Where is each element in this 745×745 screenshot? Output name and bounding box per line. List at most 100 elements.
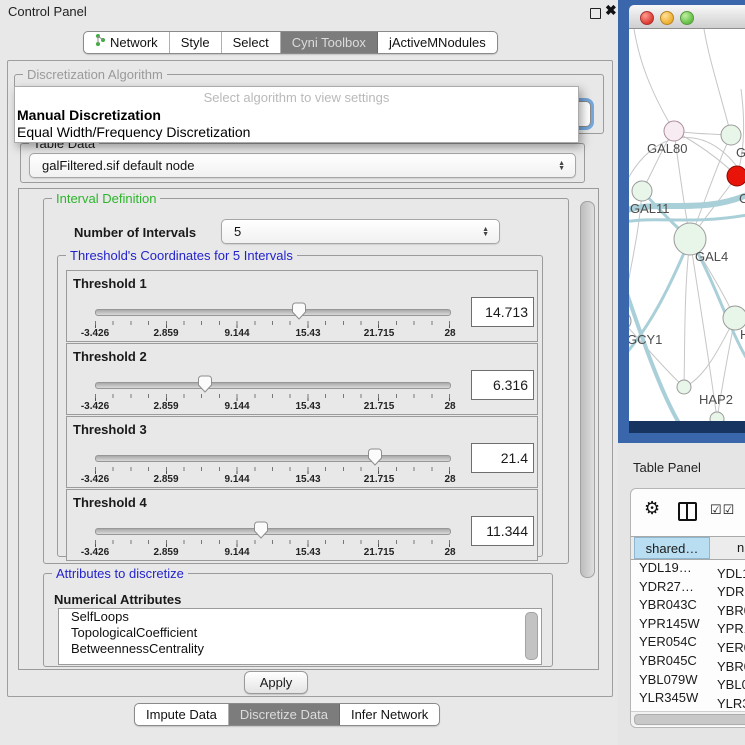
tab-select[interactable]: Select [222,32,281,53]
number-of-intervals-combobox[interactable]: 5 ▲▼ [221,219,500,244]
threshold-value-field[interactable]: 21.4 [471,443,534,473]
node-partial[interactable] [710,412,724,421]
attributes-listbox: SelfLoopsTopologicalCoefficientBetweenne… [58,608,542,665]
tick-label: -3.426 [81,328,109,339]
tick-label: -3.426 [81,401,109,412]
zoom-traffic-light-icon[interactable] [680,11,694,25]
cell-shared-name: YIL052C [631,708,711,709]
tick-label: 15.43 [295,401,320,412]
attribute-list-item[interactable]: SelfLoops [59,609,541,625]
gear-icon[interactable]: ⚙ [644,498,660,519]
tab-style[interactable]: Style [170,32,222,53]
table-row[interactable]: YDL19…YDL1 [631,559,745,578]
cell-shared-name: YBL079W [631,671,711,690]
node-label: GCY1 [629,332,662,347]
node-table: ⚙ ☑☑ shared… n YDL19…YDL1YDR27…YDR2YBR04… [630,488,745,728]
node-label: GAL80 [647,141,687,156]
tick-label-row: -3.4262.8599.14415.4321.71528 [95,474,450,486]
node-gal11[interactable] [632,181,652,201]
tab-discretize-data[interactable]: Discretize Data [229,704,340,725]
list-scrollbar[interactable] [525,612,538,660]
slider-track[interactable] [95,382,451,389]
table-row[interactable]: YBL079WYBL0 [631,671,745,690]
table-row[interactable]: YDR27…YDR2 [631,578,745,597]
network-window-titlebar[interactable] [629,5,745,29]
slider-track[interactable] [95,455,451,462]
slider-thumb[interactable] [291,302,307,321]
tick-label: 15.43 [295,547,320,558]
minimize-traffic-light-icon[interactable] [660,11,674,25]
table-row[interactable]: YLR345WYLR3 [631,689,745,708]
table-panel-area: Table Panel ⚙ ☑☑ shared… n YDL19…YDL1YDR… [618,443,745,745]
algorithm-group-title: Discretization Algorithm [23,67,167,82]
threshold-value-field[interactable]: 14.713 [471,297,534,327]
slider-thumb[interactable] [367,448,383,467]
table-row[interactable]: YBR045CYBR0 [631,652,745,671]
tab-network[interactable]: Network [84,32,170,53]
float-icon[interactable] [590,8,601,19]
table-data-group: Table Data galFiltered.sif default node … [20,143,585,183]
horizontal-scrollbar[interactable] [634,714,745,725]
table-header-row: shared… n [631,536,745,560]
dropdown-hint: Select algorithm to view settings [15,90,578,105]
slider-thumb[interactable] [253,521,269,540]
table-row[interactable]: YBR043CYBR0 [631,596,745,615]
node-hap2[interactable] [677,380,691,394]
cell-shared-name: YDL19… [631,559,711,578]
tab-infer-network[interactable]: Infer Network [340,704,439,725]
vertical-scrollbar[interactable] [580,201,595,578]
dropdown-item-equal-width[interactable]: Equal Width/Frequency Discretization [17,124,250,140]
column-header-name[interactable]: n [711,537,744,559]
node-gal80[interactable] [664,121,684,141]
tick-label: 21.715 [364,547,395,558]
slider-track[interactable] [95,309,451,316]
tab-cyni-toolbox[interactable]: Cyni Toolbox [281,32,378,53]
number-of-intervals-value: 5 [222,224,499,239]
threshold-value-field[interactable]: 6.316 [471,370,534,400]
tick-label: 28 [444,401,455,412]
table-data-combobox[interactable]: galFiltered.sif default node ▲▼ [29,153,576,178]
network-graph: GAL80 GA C GAL11 GAL4 GCY1 H HAP2 [629,29,745,421]
attribute-list-item[interactable]: BetweennessCentrality [59,641,541,657]
tick-label: 2.859 [153,474,178,485]
table-body: YDL19…YDL1YDR27…YDR2YBR043CYBR0YPR145WYP… [631,559,745,709]
cell-shared-name: YLR345W [631,689,711,708]
column-layout-icon[interactable] [678,502,697,521]
tick-label: 9.144 [224,474,249,485]
slider-track[interactable] [95,528,451,535]
tab-jactivemnodules[interactable]: jActiveMNodules [378,32,497,53]
checkbox-icons[interactable]: ☑☑ [710,502,735,518]
interval-definition-group: Interval Definition Number of Intervals … [43,198,569,564]
table-row[interactable]: YPR145WYPR1 [631,615,745,634]
close-icon[interactable]: ✖ [605,2,617,19]
column-header-shared[interactable]: shared… [634,537,710,559]
table-row[interactable]: YIL052CYIL0 [631,708,745,709]
node-gcy1[interactable] [629,312,631,330]
window-title: Control Panel [8,4,87,19]
table-row[interactable]: YER054CYER0 [631,633,745,652]
tick-label: 2.859 [153,328,178,339]
threshold-panel-4: Threshold 4 -3.4262.8599.14415.4321.7152… [66,489,538,561]
tab-impute-data[interactable]: Impute Data [135,704,229,725]
node-label: GAL11 [630,201,670,216]
threshold-label: Threshold 4 [73,495,147,510]
attributes-title: Attributes to discretize [52,566,188,581]
slider-thumb[interactable] [197,375,213,394]
node-red-selected[interactable] [727,166,745,186]
threshold-panel-3: Threshold 3 -3.4262.8599.14415.4321.7152… [66,416,538,488]
tab-label: Discretize Data [240,704,328,725]
apply-button[interactable]: Apply [244,671,308,694]
threshold-label: Threshold 3 [73,422,147,437]
network-canvas[interactable]: GAL80 GA C GAL11 GAL4 GCY1 H HAP2 [629,29,745,421]
threshold-coordinates-group: Threshold's Coordinates for 5 Intervals … [57,255,543,557]
attribute-list-item[interactable]: TopologicalCoefficient [59,625,541,641]
node-green[interactable] [721,125,741,145]
cell-shared-name: YBR045C [631,652,711,671]
stepper-icon: ▲▼ [482,227,489,237]
dropdown-item-manual[interactable]: Manual Discretization [17,107,161,123]
tick-label: 28 [444,328,455,339]
tab-label: Cyni Toolbox [292,32,366,53]
threshold-value-field[interactable]: 11.344 [471,516,534,546]
tab-label: Impute Data [146,704,217,725]
close-traffic-light-icon[interactable] [640,11,654,25]
